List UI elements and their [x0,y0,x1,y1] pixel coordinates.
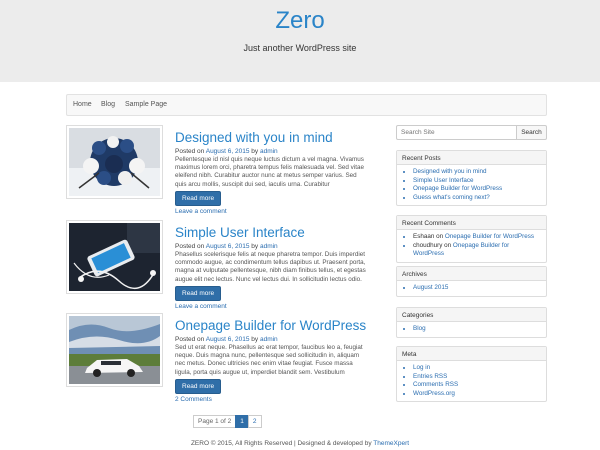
hockey-team-image [69,128,160,196]
page-indicator: Page 1 of 2 [193,415,237,428]
meta-link[interactable]: Log in [413,364,430,371]
list-item[interactable]: WordPress.org [413,390,541,399]
widget-categories: Categories Blog [396,307,547,338]
post-excerpt: Pellentesque id nisl quis neque luctus d… [175,156,364,188]
read-more-button[interactable]: Read more [175,191,222,206]
post-meta: Posted on August 6, 2015 by admin [175,336,367,344]
widget-title: Meta [397,347,546,361]
widget-recent-comments: Recent Comments Eshaan on Onepage Builde… [396,215,547,263]
site-title[interactable]: Zero [0,0,600,36]
widget-recent-posts: Recent Posts Designed with you in mind S… [396,150,547,206]
post-meta: Posted on August 6, 2015 by admin [175,148,367,156]
list-item[interactable]: Log in [413,364,541,373]
list-item[interactable]: Entries RSS [413,373,541,382]
recent-post-link[interactable]: Simple User Interface [413,177,474,184]
post-author-link[interactable]: admin [260,243,278,250]
widget-title: Recent Comments [397,216,546,230]
site-header: Zero Just another WordPress site [0,0,600,82]
meta-link[interactable]: Comments RSS [413,381,458,388]
nav-item-sample-page[interactable]: Sample Page [125,101,167,108]
post-title[interactable]: Simple User Interface [175,225,305,240]
post-author-link[interactable]: admin [260,148,278,155]
post-date-link[interactable]: August 6, 2015 [206,336,250,343]
by-label: by [251,336,259,343]
by-label: by [251,148,259,155]
archive-link[interactable]: August 2015 [413,284,448,291]
pagination: Page 1 of 2 1 2 [193,415,262,428]
list-item[interactable]: Simple User Interface [413,177,541,186]
post-thumbnail[interactable] [66,313,163,387]
post-excerpt: Sed ut erat neque. Phasellus ac erat tem… [175,344,363,376]
site-tagline: Just another WordPress site [243,43,357,53]
comment-author: Eshaan [413,233,435,240]
posted-on-label: Posted on [175,243,205,250]
post-body: Simple User Interface Posted on August 6… [175,225,367,310]
footer-themexpert-link[interactable]: ThemeXpert [373,440,409,447]
recent-post-link[interactable]: Designed with you in mind [413,168,487,175]
post-date-link[interactable]: August 6, 2015 [206,148,250,155]
list-item[interactable]: August 2015 [413,284,541,293]
list-item[interactable]: Comments RSS [413,381,541,390]
by-label: by [251,243,259,250]
list-item[interactable]: Onepage Builder for WordPress [413,185,541,194]
post-meta: Posted on August 6, 2015 by admin [175,243,367,251]
widget-title: Archives [397,267,546,281]
search-button[interactable]: Search [517,125,547,140]
post-body: Designed with you in mind Posted on Augu… [175,130,367,215]
widget-title: Categories [397,308,546,322]
post-thumbnail[interactable] [66,220,163,294]
widget-archives: Archives August 2015 [396,266,547,297]
meta-link[interactable]: Entries RSS [413,373,447,380]
on-label: on [444,241,452,249]
list-item[interactable]: Designed with you in mind [413,168,541,177]
list-item: choudhury on Onepage Builder for WordPre… [413,242,541,259]
posted-on-label: Posted on [175,336,205,343]
search-form: Search [396,125,547,140]
nav-item-blog[interactable]: Blog [101,101,115,108]
read-more-button[interactable]: Read more [175,379,222,394]
post-title[interactable]: Designed with you in mind [175,130,333,145]
nav-item-home[interactable]: Home [73,101,92,108]
phone-earphones-image [69,223,160,291]
comments-link[interactable]: Leave a comment [175,303,367,310]
recent-post-link[interactable]: Onepage Builder for WordPress [413,185,502,192]
site-footer: ZERO © 2015, All Rights Reserved | Desig… [0,440,600,447]
meta-link[interactable]: WordPress.org [413,390,455,397]
comment-author: choudhury [413,241,443,249]
comments-link[interactable]: Leave a comment [175,208,367,215]
recent-post-link[interactable]: Guess what's coming next? [413,194,490,201]
widget-meta: Meta Log in Entries RSS Comments RSS Wor… [396,346,547,402]
posted-on-label: Posted on [175,148,205,155]
widget-title: Recent Posts [397,151,546,165]
comment-post-link[interactable]: Onepage Builder for WordPress [445,233,534,240]
list-item[interactable]: Guess what's coming next? [413,194,541,203]
post-author-link[interactable]: admin [260,336,278,343]
post-excerpt: Phasellus scelerisque felis at neque pha… [175,251,366,283]
comments-link[interactable]: 2 Comments [175,396,367,403]
list-item: Eshaan on Onepage Builder for WordPress [413,233,541,242]
post-date-link[interactable]: August 6, 2015 [206,243,250,250]
read-more-button[interactable]: Read more [175,286,222,301]
search-input[interactable] [396,125,517,140]
post-thumbnail[interactable] [66,125,163,199]
category-link[interactable]: Blog [413,325,426,332]
post-title[interactable]: Onepage Builder for WordPress [175,318,366,333]
main-navbar: Home Blog Sample Page [66,94,547,116]
list-item[interactable]: Blog [413,325,541,334]
page-1-current: 1 [235,415,249,428]
footer-copyright: ZERO © 2015, All Rights Reserved | Desig… [190,440,372,447]
car-image [69,316,160,384]
page-2-link[interactable]: 2 [247,415,262,428]
on-label: on [436,233,444,240]
post-body: Onepage Builder for WordPress Posted on … [175,318,367,403]
